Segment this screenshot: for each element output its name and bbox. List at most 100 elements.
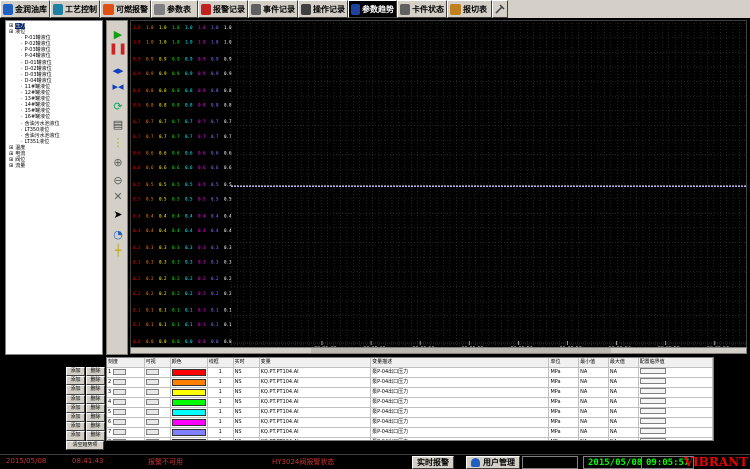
add-row-button[interactable]: 添加 — [66, 403, 85, 413]
trend-chart-canvas[interactable]: 1.0 1.0 0.9 0.9 0.8 0.8 0.7 0.7 0.6 0.6 0.5 0.5 0.4 0… — [131, 21, 747, 354]
table-row[interactable]: 5 1 NS KQ.PT.PT104.AI 泵P-04出口压力 MPa NA NA — [107, 407, 713, 418]
color-swatch[interactable] — [171, 388, 206, 396]
line-width-cell[interactable]: 1 — [207, 367, 234, 378]
min-cell[interactable]: NA — [578, 417, 609, 428]
max-cell[interactable]: NA — [608, 397, 639, 408]
visible-cell[interactable] — [144, 377, 171, 388]
threshold-cell[interactable] — [638, 437, 713, 440]
delete-row-button[interactable]: 删除 — [86, 394, 105, 404]
column-header[interactable]: 配置临界值 — [638, 358, 713, 368]
visible-cell[interactable] — [144, 407, 171, 418]
color-cell[interactable] — [170, 377, 208, 388]
scale-button[interactable] — [112, 378, 126, 385]
scale-cell[interactable]: 4 — [107, 397, 145, 408]
variable-cell[interactable]: KQ.PT.PT104.AI — [259, 377, 372, 388]
scale-cell[interactable]: 8 — [107, 437, 145, 440]
tab-trend[interactable]: 参数趋势 — [348, 0, 397, 18]
user-management-button[interactable]: 用户管理 — [466, 456, 520, 469]
color-cell[interactable] — [170, 427, 208, 438]
delete-row-button[interactable]: 删除 — [86, 422, 105, 432]
line-width-cell[interactable]: 1 — [207, 427, 234, 438]
variable-tree[interactable]: ⊞ 压力 ⊞ 液位 · P-01罐液位 · P-02罐液位 · P-03罐液位 · P-04罐液位 · D… — [5, 20, 103, 355]
add-row-button[interactable]: 添加 — [66, 376, 85, 386]
max-cell[interactable]: NA — [608, 417, 639, 428]
history-icon[interactable]: ◔ — [110, 227, 126, 241]
column-header[interactable]: 单位 — [548, 358, 580, 368]
threshold-config-button[interactable] — [639, 407, 666, 414]
column-header[interactable]: 实时 — [233, 358, 260, 368]
visible-toggle[interactable] — [145, 398, 159, 405]
max-cell[interactable]: NA — [608, 377, 639, 388]
tab-monitor[interactable]: 金润油库 — [0, 0, 50, 18]
threshold-cell[interactable] — [638, 397, 713, 408]
time-scrollbar-thumb[interactable] — [311, 348, 611, 353]
tab-switch[interactable]: 报切表 — [447, 0, 492, 18]
variable-cell[interactable]: KQ.PT.PT104.AI — [259, 407, 372, 418]
table-row[interactable]: 1 1 NS KQ.PT.PT104.AI 泵P-04出口压力 MPa NA NA — [107, 367, 713, 378]
column-header[interactable]: 线框 — [207, 358, 234, 368]
realtime-alarm-button[interactable]: 实时报警 — [412, 456, 454, 469]
threshold-config-button[interactable] — [639, 437, 666, 440]
min-cell[interactable]: NA — [578, 367, 609, 378]
zoom-reset-icon[interactable]: ✕ — [110, 189, 126, 203]
crosshair-icon[interactable]: ┼ — [110, 243, 126, 257]
threshold-config-button[interactable] — [639, 417, 666, 424]
table-row[interactable]: 3 1 NS KQ.PT.PT104.AI 泵P-04出口压力 MPa NA NA — [107, 387, 713, 398]
threshold-cell[interactable] — [638, 427, 713, 438]
table-row[interactable]: 4 1 NS KQ.PT.PT104.AI 泵P-04出口压力 MPa NA NA — [107, 397, 713, 408]
tools-icon[interactable] — [492, 0, 508, 18]
delete-row-button[interactable]: 删除 — [86, 412, 105, 423]
color-cell[interactable] — [170, 387, 208, 398]
column-header[interactable]: 变量 — [259, 358, 372, 368]
line-width-cell[interactable]: 1 — [207, 387, 234, 398]
visible-cell[interactable] — [144, 397, 171, 408]
tab-notes[interactable]: 操作记录 — [298, 0, 348, 18]
clear-trend-button[interactable]: 清空趋势项 — [66, 441, 104, 450]
tab-globe[interactable]: 工艺控制 — [50, 0, 100, 18]
color-cell[interactable] — [170, 397, 208, 408]
time-scrollbar[interactable] — [130, 347, 747, 354]
line-width-cell[interactable]: 1 — [207, 417, 234, 428]
cursor-line-icon[interactable]: ⋮ — [110, 135, 126, 149]
threshold-cell[interactable] — [638, 417, 713, 428]
expand-icon[interactable]: ⊞ — [9, 145, 13, 151]
scale-button[interactable] — [112, 418, 126, 425]
play-icon[interactable]: ▶ — [110, 27, 126, 41]
expand-horizontal-icon[interactable]: ◂▸ — [110, 63, 126, 77]
color-cell[interactable] — [170, 417, 208, 428]
max-cell[interactable]: NA — [608, 427, 639, 438]
max-cell[interactable]: NA — [608, 407, 639, 418]
tab-book[interactable]: 报警记录 — [198, 0, 248, 18]
min-cell[interactable]: NA — [578, 437, 609, 440]
scale-button[interactable] — [112, 388, 126, 395]
variable-cell[interactable]: KQ.PT.PT104.AI — [259, 387, 372, 398]
table-row[interactable]: 8 1NSKQ.PT.PT104.AI泵P-04出口压力MPaNANA — [107, 437, 713, 440]
color-swatch[interactable] — [171, 368, 206, 376]
column-header[interactable]: 可视 — [144, 358, 171, 368]
scale-cell[interactable]: 2 — [107, 377, 145, 388]
visible-toggle[interactable] — [145, 428, 159, 435]
visible-cell[interactable] — [144, 427, 171, 438]
zoom-out-icon[interactable]: ⊖ — [110, 173, 126, 187]
column-header[interactable]: 最大值 — [608, 358, 639, 368]
min-cell[interactable]: NA — [578, 397, 609, 408]
color-cell[interactable] — [170, 367, 208, 378]
variable-cell[interactable]: KQ.PT.PT104.AI — [259, 367, 372, 378]
max-cell[interactable]: NA — [608, 437, 639, 440]
threshold-cell[interactable] — [638, 387, 713, 398]
threshold-config-button[interactable] — [639, 397, 666, 404]
visible-toggle[interactable] — [145, 368, 159, 375]
column-header[interactable]: 刻度 — [107, 358, 145, 368]
refresh-icon[interactable]: ⟳ — [110, 99, 126, 113]
variable-cell[interactable]: KQ.PT.PT104.AI — [259, 397, 372, 408]
color-cell[interactable] — [170, 407, 208, 418]
min-cell[interactable]: NA — [578, 387, 609, 398]
threshold-cell[interactable] — [638, 377, 713, 388]
expand-icon[interactable]: ⊞ — [9, 163, 13, 169]
table-row[interactable]: 2 1 NS KQ.PT.PT104.AI 泵P-04出口压力 MPa NA NA — [107, 377, 713, 388]
line-width-cell[interactable]: 1 — [207, 407, 234, 418]
arrow-pointer-icon[interactable]: ➤ — [110, 207, 126, 221]
visible-cell[interactable] — [144, 417, 171, 428]
tree-group[interactable]: ⊞ 流量 — [7, 163, 101, 169]
column-header[interactable]: 变量描述 — [370, 358, 550, 368]
